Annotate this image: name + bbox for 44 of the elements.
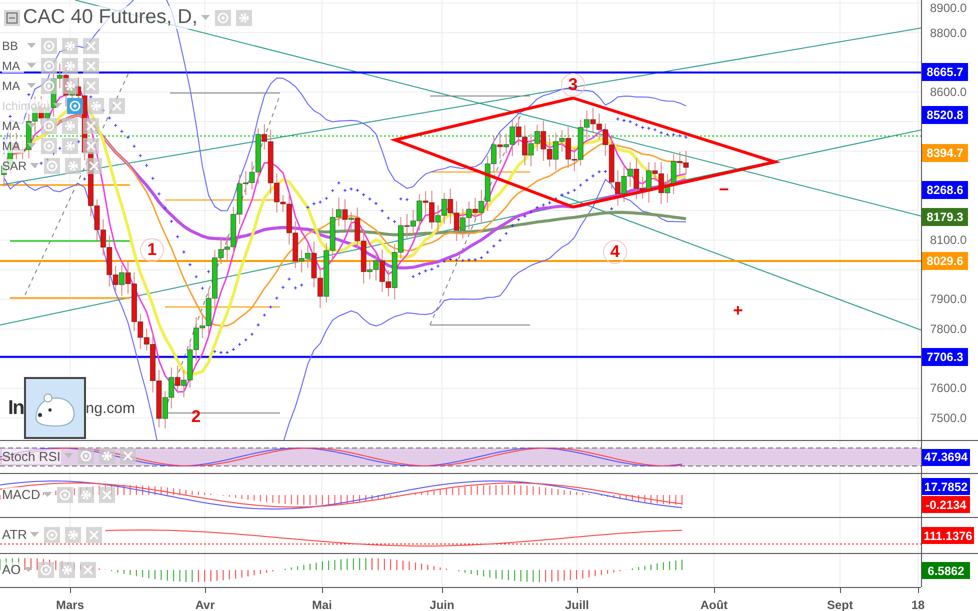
price-tick-label: 8900.0 (930, 1, 967, 15)
time-tick-label: Juin (430, 598, 454, 611)
price-tick-label: 8100.0 (930, 233, 967, 248)
value-tag: 6.5862 (922, 562, 970, 579)
logo-text: In (8, 396, 24, 420)
price-tick-label: 8800.0 (930, 26, 967, 40)
price-tick-label: 8600.0 (930, 84, 967, 99)
time-tick-label: Mars (56, 598, 84, 611)
chart-title: CAC 40 Futures, D, (23, 6, 198, 29)
time-tick-label: Mai (312, 598, 332, 611)
logo-text: ng.com (86, 400, 135, 416)
indicator-label[interactable]: ATR (2, 527, 28, 542)
price-tag: 8179.3 (922, 208, 968, 226)
price-tick-label: 7900.0 (930, 292, 967, 306)
time-tick-label: Avr (195, 598, 215, 611)
price-tag: 8029.6 (922, 252, 968, 270)
indicator-label[interactable]: AO (2, 562, 21, 577)
indicator-label[interactable]: SAR (2, 158, 27, 172)
pattern-label: 4 (603, 240, 627, 264)
indicator-label[interactable]: MA (2, 78, 24, 92)
pattern-label: − (718, 179, 730, 201)
pattern-label: 2 (190, 406, 202, 428)
price-tag: 8520.8 (922, 106, 968, 124)
value-tag: -0.2134 (922, 496, 970, 513)
price-tick-label: 7500.0 (930, 410, 967, 425)
value-tag: 17.7852 (922, 478, 970, 495)
indicator-label[interactable]: MA (2, 138, 24, 152)
indicator-label[interactable]: MA (2, 118, 24, 132)
indicator-label[interactable]: Stoch RSI (2, 448, 61, 464)
pattern-label: 1 (140, 238, 164, 262)
price-tag: 8394.7 (922, 144, 968, 162)
price-tag: 8268.6 (922, 181, 968, 200)
indicator-label[interactable]: MA (2, 58, 24, 72)
value-tag: 111.1376 (922, 527, 974, 544)
indicator-label[interactable]: MACD (2, 487, 40, 502)
value-tag: 47.3694 (922, 448, 970, 466)
price-tag: 7706.3 (922, 348, 968, 366)
time-tick-label: Juill (565, 598, 589, 611)
time-tick-label: Août (700, 598, 728, 611)
price-tick-label: 7800.0 (930, 322, 967, 336)
price-tag: 8665.7 (922, 63, 968, 82)
time-tick-label: 18 (911, 598, 925, 611)
pattern-label: + (732, 300, 744, 322)
price-tick-label: 7600.0 (930, 381, 967, 396)
